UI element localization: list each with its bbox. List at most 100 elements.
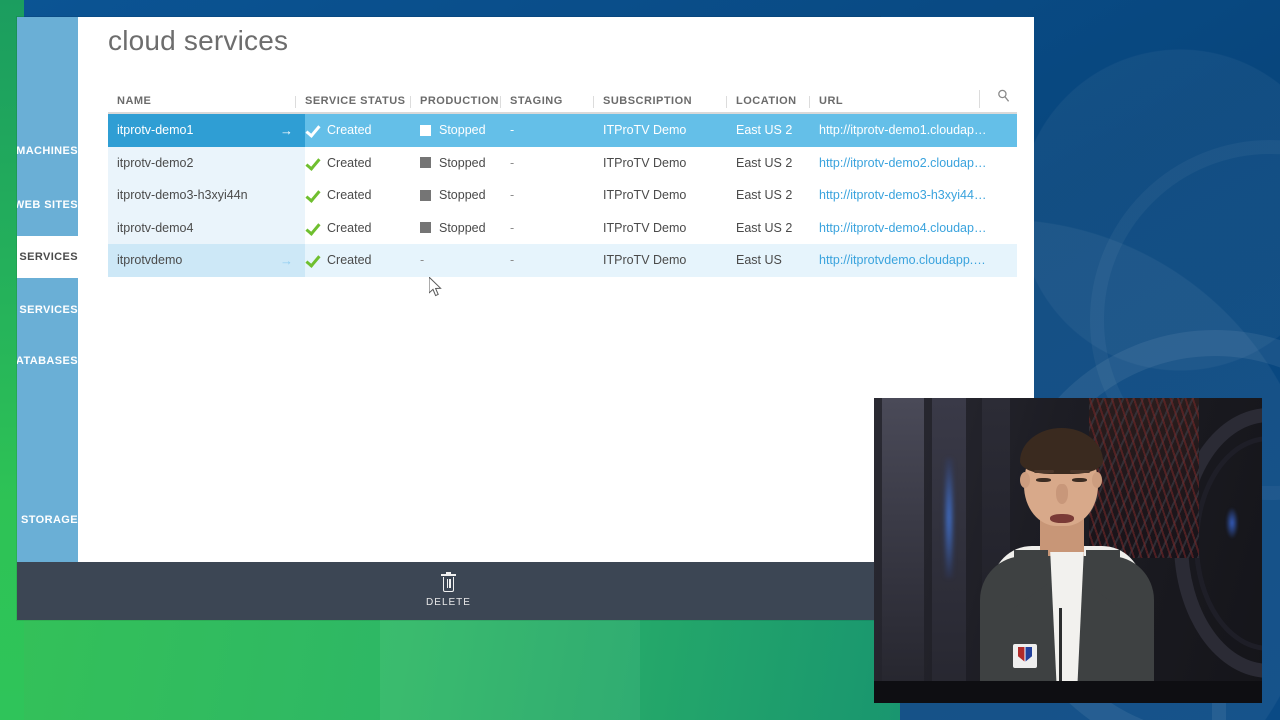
service-name: itprotv-demo3-h3xyi44n — [117, 188, 248, 203]
cell-subscription: ITProTV Demo — [603, 244, 736, 277]
staging-value: - — [510, 155, 515, 170]
service-url-link[interactable]: http://itprotvdemo.cloudapp.net — [819, 253, 989, 267]
sidebar-item-label: VIRTUAL MACHINES — [17, 145, 78, 157]
sidebar-item-storage[interactable]: STORAGE — [17, 500, 78, 540]
cell-url: http://itprotv-demo4.cloudapp.net — [819, 212, 989, 245]
sidebar-item-label: STORAGE — [21, 514, 78, 526]
service-status-value: Created — [327, 253, 372, 268]
cell-production: Stopped — [420, 147, 510, 180]
sidebar-item-label: WEB SITES — [17, 199, 78, 211]
cell-url: http://itprotvdemo.cloudapp.net — [819, 244, 989, 277]
table-row[interactable]: itprotv-demo2→ Created Stopped - ITProTV Dem… — [108, 146, 1017, 180]
studio-blue-light — [944, 458, 954, 578]
cell-location: East US 2 — [736, 114, 819, 147]
sidebar-item-cloud-services[interactable]: CLOUD SERVICES — [17, 236, 78, 278]
production-value: Stopped — [439, 220, 486, 235]
cell-service-status: Created — [305, 212, 420, 245]
location-value: East US 2 — [736, 220, 793, 235]
sidebar-item-label: CLOUD SERVICES — [17, 251, 78, 263]
cell-staging: - — [510, 244, 603, 277]
cell-staging: - — [510, 114, 603, 147]
cell-location: East US 2 — [736, 147, 819, 180]
cell-subscription: ITProTV Demo — [603, 147, 736, 180]
cell-service-status: Created — [305, 114, 420, 147]
sidebar-item-mobile-services[interactable]: MOBILE SERVICES — [17, 290, 78, 330]
table-search-cell[interactable] — [979, 89, 1017, 112]
page-title: cloud services — [108, 25, 289, 56]
delete-button[interactable]: DELETE — [404, 572, 494, 608]
presenter-logo-patch — [1013, 644, 1037, 668]
table-body: itprotv-demo1 → Created Stopped - ITProTV Dem… — [108, 114, 1017, 277]
studio-desk — [874, 681, 1262, 703]
row-drilldown-arrow-icon[interactable]: → — [280, 123, 293, 138]
sidebar[interactable]: VIRTUAL MACHINES WEB SITES CLOUD SERVICES M… — [17, 17, 78, 562]
cloud-services-table: NAME SERVICE STATUS PRODUCTION STAGING S… — [108, 85, 1017, 277]
service-url-link[interactable]: http://itprotv-demo3-h3xyi44n.cloud... — [819, 188, 989, 202]
sidebar-item-web-sites[interactable]: WEB SITES — [17, 185, 78, 225]
service-url-link[interactable]: http://itprotv-demo2.cloudapp.net — [819, 156, 989, 170]
column-header-production[interactable]: PRODUCTION — [410, 95, 510, 112]
location-value: East US 2 — [736, 188, 793, 203]
production-value: Stopped — [439, 123, 486, 138]
cell-service-status: Created — [305, 147, 420, 180]
staging-value: - — [510, 253, 515, 268]
sidebar-item-sql-databases[interactable]: SQL DATABASES — [17, 341, 78, 381]
column-header-subscription[interactable]: SUBSCRIPTION — [593, 95, 736, 112]
cell-location: East US 2 — [736, 212, 819, 245]
column-header-location[interactable]: LOCATION — [726, 95, 819, 112]
cell-service-status: Created — [305, 244, 420, 277]
stopped-square-icon — [420, 222, 431, 234]
table-row[interactable]: itprotvdemo → Created - - ITProTV Demo East US… — [108, 244, 1017, 277]
sidebar-item-virtual-machines[interactable]: VIRTUAL MACHINES — [17, 131, 78, 171]
column-header-url[interactable]: URL — [809, 95, 989, 112]
subscription-value: ITProTV Demo — [603, 188, 687, 203]
subscription-value: ITProTV Demo — [603, 123, 687, 138]
column-header-service-status[interactable]: SERVICE STATUS — [295, 95, 420, 112]
staging-value: - — [510, 188, 515, 203]
cell-name[interactable]: itprotv-demo4→ — [108, 211, 305, 244]
screen: VIRTUAL MACHINES WEB SITES CLOUD SERVICES M… — [0, 0, 1280, 720]
cell-name[interactable]: itprotv-demo3-h3xyi44n→ — [108, 179, 305, 212]
cell-staging: - — [510, 179, 603, 212]
trash-icon — [441, 572, 456, 592]
location-value: East US 2 — [736, 123, 793, 138]
cell-location: East US — [736, 244, 819, 277]
cell-name[interactable]: itprotv-demo1 → — [108, 114, 305, 147]
table-row[interactable]: itprotv-demo1 → Created Stopped - ITProTV Dem… — [108, 114, 1017, 147]
delete-button-label: DELETE — [426, 597, 471, 608]
check-icon — [305, 123, 320, 137]
location-value: East US — [736, 253, 782, 268]
cell-url: http://itprotv-demo3-h3xyi44n.cloud... — [819, 179, 989, 212]
production-value: Stopped — [439, 188, 486, 203]
studio-cable-bundle — [1089, 398, 1199, 558]
webcam-overlay[interactable] — [874, 398, 1262, 703]
sidebar-item-label: SQL DATABASES — [17, 355, 78, 367]
search-icon[interactable] — [997, 89, 1010, 107]
cell-spacer — [989, 212, 1017, 245]
service-url-link[interactable]: http://itprotv-demo4.cloudapp.net — [819, 221, 989, 235]
production-value: - — [420, 253, 425, 268]
cell-production: Stopped — [420, 179, 510, 212]
subscription-value: ITProTV Demo — [603, 155, 687, 170]
cell-url: http://itprotv-demo1.cloudapp.net — [819, 114, 989, 147]
check-icon — [305, 156, 320, 170]
staging-value: - — [510, 220, 515, 235]
stopped-square-icon — [420, 189, 431, 201]
cell-name[interactable]: itprotvdemo → — [108, 244, 305, 277]
table-row[interactable]: itprotv-demo4→ Created Stopped - ITProTV Dem… — [108, 211, 1017, 245]
sidebar-item-label: MOBILE SERVICES — [17, 304, 78, 316]
cell-spacer — [989, 147, 1017, 180]
table-row[interactable]: itprotv-demo3-h3xyi44n→ Created Stopped - IT… — [108, 179, 1017, 212]
command-bar: DELETE — [17, 562, 880, 620]
cell-subscription: ITProTV Demo — [603, 179, 736, 212]
column-header-name[interactable]: NAME — [108, 95, 305, 112]
service-name: itprotvdemo — [117, 253, 183, 268]
cell-staging: - — [510, 212, 603, 245]
cell-name[interactable]: itprotv-demo2→ — [108, 146, 305, 179]
service-name: itprotv-demo1 — [117, 123, 194, 138]
subscription-value: ITProTV Demo — [603, 253, 687, 268]
row-drilldown-arrow-icon[interactable]: → — [280, 253, 293, 268]
cell-url: http://itprotv-demo2.cloudapp.net — [819, 147, 989, 180]
column-header-staging[interactable]: STAGING — [500, 95, 603, 112]
service-url-link[interactable]: http://itprotv-demo1.cloudapp.net — [819, 123, 989, 137]
